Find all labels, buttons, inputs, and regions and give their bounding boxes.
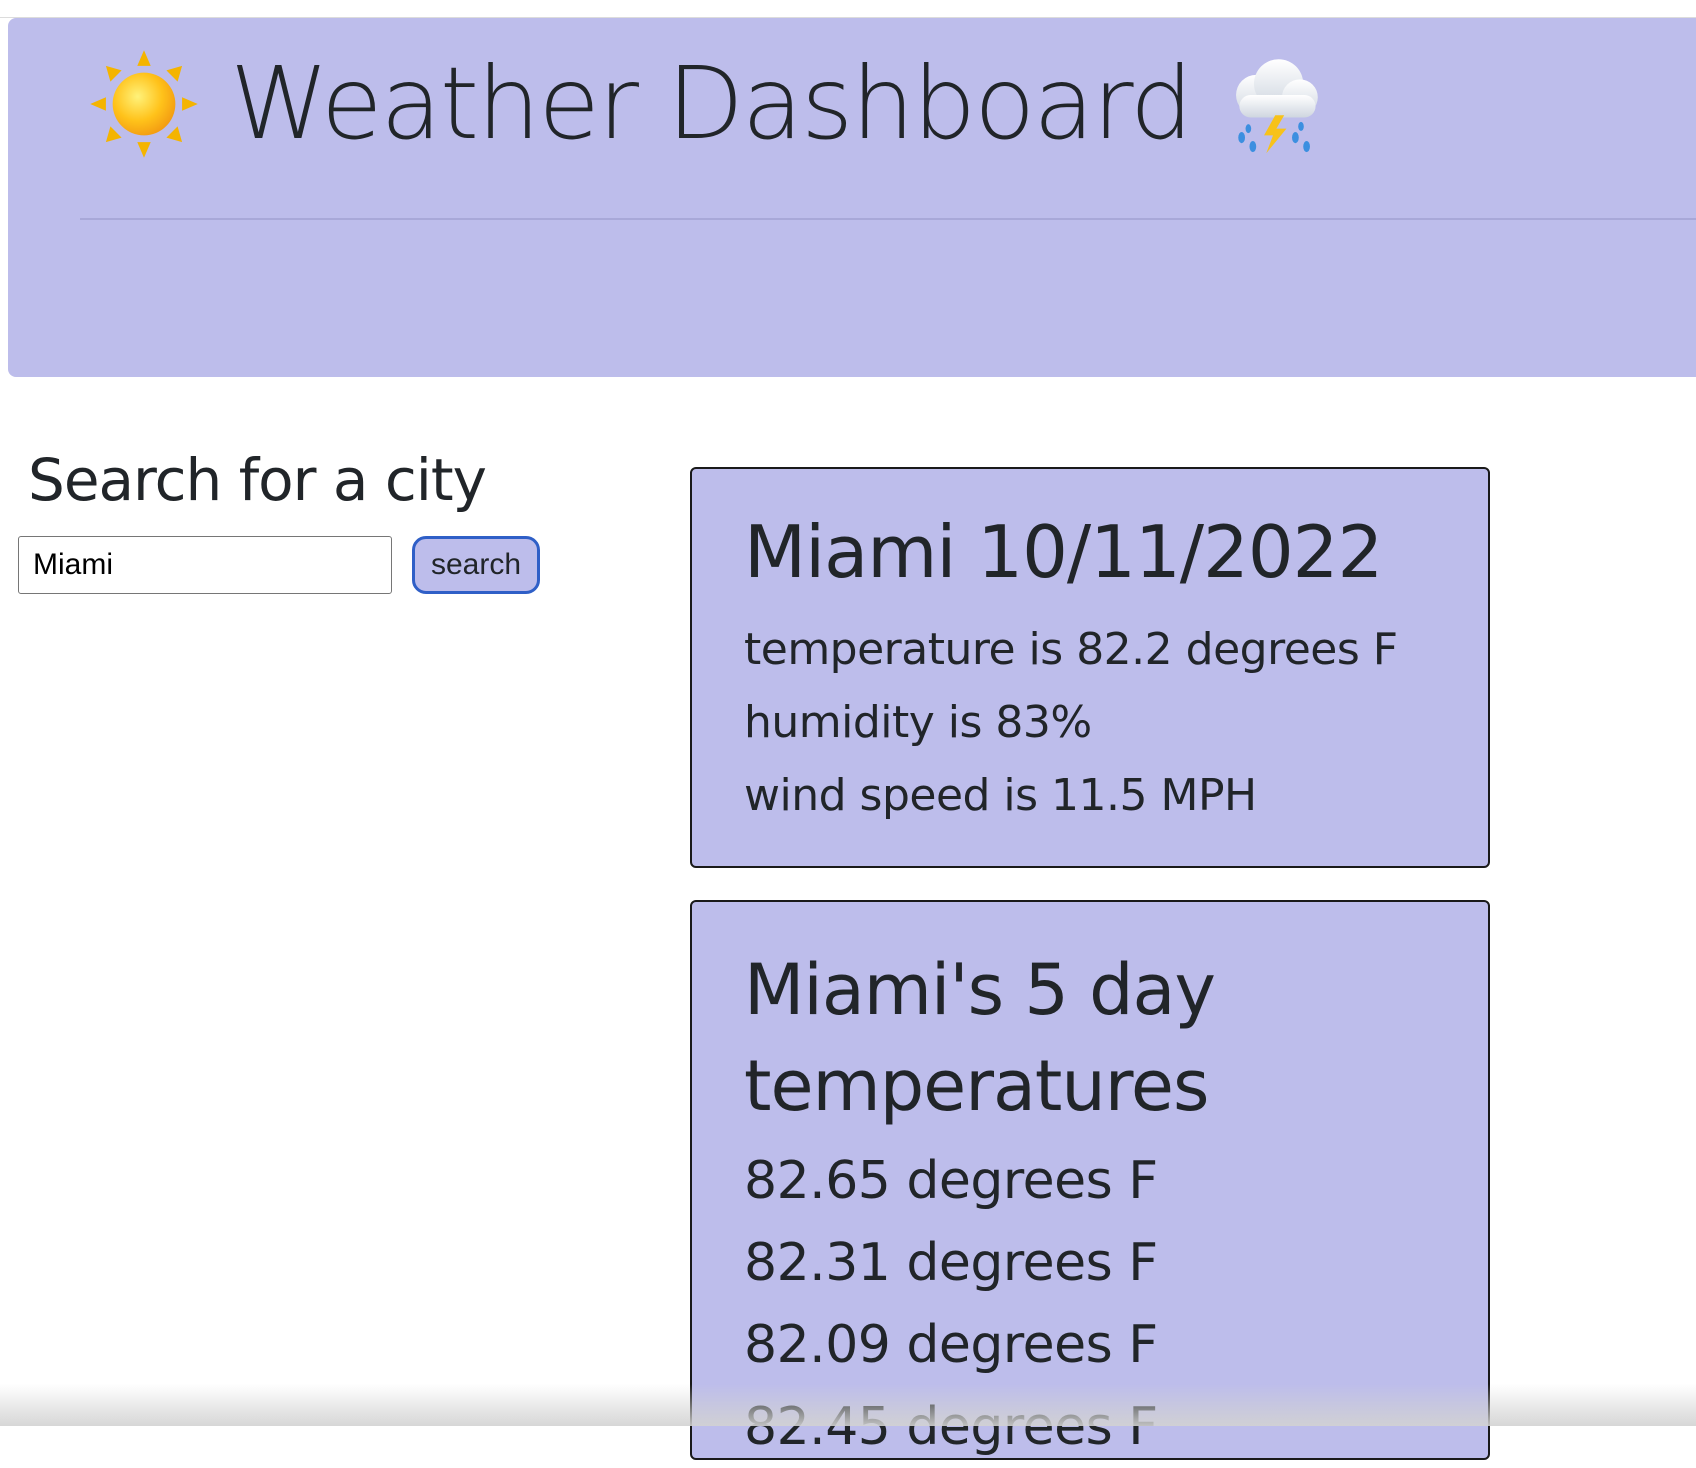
forecast-temp-day-1: 82.65 degrees F: [744, 1151, 1158, 1211]
search-heading: Search for a city: [28, 446, 487, 514]
browser-top-edge: [0, 0, 1696, 18]
wind-speed-text: wind speed is 11.5 MPH: [744, 770, 1257, 822]
header-divider: [80, 218, 1696, 220]
current-weather-card: Miami 10/11/2022 temperature is 82.2 deg…: [690, 467, 1490, 868]
page-title: Weather Dashboard: [230, 45, 1193, 162]
forecast-temp-day-2: 82.31 degrees F: [744, 1233, 1158, 1293]
temperature-text: temperature is 82.2 degrees F: [744, 624, 1398, 676]
forecast-temp-day-3: 82.09 degrees F: [744, 1315, 1158, 1375]
title-row: Weather Dashboard: [88, 44, 1329, 164]
forecast-temp-day-4: 82.45 degrees F: [744, 1397, 1158, 1457]
current-weather-title: Miami 10/11/2022: [744, 510, 1383, 594]
forecast-card: Miami's 5 day temperatures 82.65 degrees…: [690, 900, 1490, 1460]
storm-cloud-icon: [1236, 59, 1319, 154]
header-banner: Weather Dashboard: [8, 18, 1696, 377]
forecast-title: Miami's 5 day temperatures: [744, 949, 1216, 1127]
city-search-input[interactable]: [18, 536, 392, 594]
sun-icon: [90, 50, 198, 158]
humidity-text: humidity is 83%: [744, 697, 1092, 749]
search-button[interactable]: search: [412, 536, 540, 594]
